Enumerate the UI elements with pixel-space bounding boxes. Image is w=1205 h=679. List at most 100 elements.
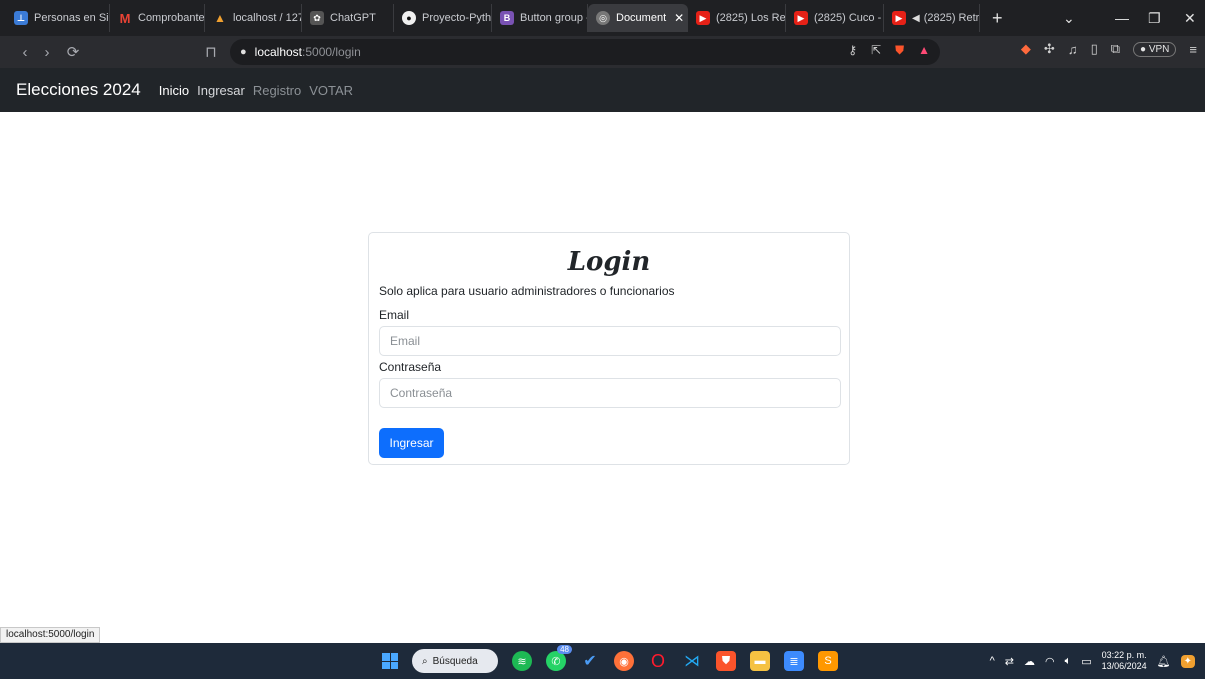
taskbar-search[interactable]: ⌕ Búsqueda [412,649,498,673]
status-url-preview: localhost:5000/login [0,627,101,643]
ingresar-button[interactable]: Ingresar [379,428,444,458]
vpn-button[interactable]: ● VPN [1133,41,1177,57]
back-button[interactable]: ‹ [14,44,36,61]
volume-icon[interactable]: 🔈︎ [1065,655,1072,668]
url-host: localhost [254,45,303,59]
tab-label: Document [616,12,667,24]
login-card: Login Solo aplica para usuario administr… [368,232,850,465]
brave-shield-icon[interactable]: ⛊ [895,43,904,58]
reload-button[interactable]: ⟳ [62,43,84,61]
tab-search-icon[interactable]: ⌄ [1063,0,1075,36]
login-title: Login [567,247,651,277]
brave-icon[interactable]: ⛊ [716,651,736,671]
sublime-icon[interactable]: S [818,651,838,671]
gmail-icon: M [119,10,131,26]
taskbar-clock[interactable]: 03:22 p. m. 13/06/2024 [1102,650,1147,672]
tab-label: Personas en Si [34,12,109,24]
address-bar[interactable]: ● localhost:5000/login ⚷ ⇱ ⛊ ▲ [230,39,940,65]
network-switch-icon[interactable]: ⇄ [1005,655,1014,668]
browser-tab[interactable]: ● Proyecto-Pytho [394,4,492,32]
github-icon: ● [402,11,416,25]
email-input[interactable] [379,326,841,356]
site-brand[interactable]: Elecciones 2024 [16,80,141,100]
chatgpt-icon: ✿ [310,11,324,25]
whatsapp-icon[interactable]: ✆ 48 [546,645,572,671]
todo-icon[interactable]: ✔ [580,651,600,671]
restore-button[interactable]: ❐ [1148,0,1161,36]
browser-tab[interactable]: B Button group - [492,4,588,32]
brave-wallet-icon[interactable]: ◆ [1021,41,1031,57]
email-label: Email [379,308,410,322]
site-navbar: Elecciones 2024 Inicio Ingresar Registro… [0,68,1205,112]
youtube-icon: ▶ [696,11,710,25]
tab-label: Comprobante c [138,12,205,24]
youtube-icon: ▶ [892,11,906,25]
browser-tab[interactable]: ⊥ Personas en Si [6,4,110,32]
browser-tab-strip: ⊥ Personas en Si M Comprobante c ▲ local… [0,0,1205,36]
wifi-icon[interactable]: ◠ [1045,655,1055,668]
site-info-icon[interactable]: ● [240,46,247,58]
opera-icon[interactable]: O [648,651,668,671]
tab-label: (2825) Cuco - / [814,12,884,24]
tab-label: localhost / 127. [233,12,302,24]
globe-icon: ◎ [596,11,610,25]
vpn-label: VPN [1148,43,1170,55]
windows-taskbar: ⌕ Búsqueda ≋ ✆ 48 ✔ ◉ O ⋊ ⛊ ▬ ≣ S ^ ⇄ ☁ ◠… [0,643,1205,679]
vscode-icon[interactable]: ⋊ [682,651,702,671]
login-subtitle: Solo aplica para usuario administradores… [379,284,675,298]
tab-label: (2825) Retr [923,12,980,24]
media-icon[interactable]: ♫ [1068,42,1078,57]
bookmark-icon[interactable]: ⊓ [200,43,222,61]
share-icon[interactable]: ⇱ [871,43,881,58]
clock-time: 03:22 p. m. [1101,650,1147,660]
youtube-icon: ▶ [794,11,808,25]
onedrive-icon[interactable]: ☁ [1024,655,1035,668]
copilot-icon[interactable]: ✦ [1180,654,1195,668]
clock-date: 13/06/2024 [1101,661,1147,671]
notification-bell-icon[interactable]: 🔔︎ [1157,655,1171,668]
browser-tab-active[interactable]: ◎ Document ✕ [588,4,688,32]
new-tab-button[interactable]: + [980,8,1015,29]
url-path: :5000/login [302,45,361,59]
whatsapp-badge: 48 [557,645,572,654]
battery-icon[interactable]: ▭ [1081,655,1091,668]
phpmyadmin-icon: ▲ [214,11,226,25]
browser-tab[interactable]: ▶ (2825) Los Retr [688,4,786,32]
chevron-up-icon[interactable]: ^ [990,655,995,667]
search-label: Búsqueda [432,655,478,667]
tab-label: ChatGPT [330,12,376,24]
search-icon: ⌕ [422,655,428,667]
nav-link-inicio[interactable]: Inicio [159,83,189,98]
person-icon: ⊥ [14,11,28,25]
browser-tab[interactable]: ▶ ◀ (2825) Retr [884,4,980,32]
tab-manager-icon[interactable]: ⧉ [1111,41,1120,57]
nav-link-ingresar[interactable]: Ingresar [197,83,245,98]
tab-label: Button group - [520,12,588,24]
tab-label: Proyecto-Pytho [422,12,492,24]
close-window-button[interactable]: ✕ [1184,0,1196,36]
browser-tab[interactable]: ▲ localhost / 127. [205,4,302,32]
notepad-icon[interactable]: ≣ [784,651,804,671]
browser-tab[interactable]: ✿ ChatGPT [302,4,394,32]
speaker-icon: ◀ [912,12,920,24]
browser-tab[interactable]: ▶ (2825) Cuco - / [786,4,884,32]
firefox-icon[interactable]: ◉ [614,651,634,671]
close-tab-icon[interactable]: ✕ [674,11,684,25]
key-icon[interactable]: ⚷ [848,43,857,58]
tab-label: (2825) Los Retr [716,12,786,24]
minimize-button[interactable]: — [1115,0,1129,36]
sidebar-icon[interactable]: ▯ [1091,41,1098,57]
browser-tab[interactable]: M Comprobante c [110,4,205,32]
file-explorer-icon[interactable]: ▬ [750,651,770,671]
forward-button[interactable]: › [36,44,58,61]
spotify-icon[interactable]: ≋ [512,651,532,671]
brave-rewards-icon[interactable]: ▲ [918,43,930,58]
windows-start-icon[interactable] [382,653,398,669]
extensions-icon[interactable]: ✣ [1044,41,1055,57]
password-label: Contraseña [379,360,442,374]
menu-icon[interactable]: ≡ [1189,42,1197,57]
nav-link-votar[interactable]: VOTAR [309,83,353,98]
nav-link-registro[interactable]: Registro [253,83,301,98]
bootstrap-icon: B [500,11,514,25]
password-input[interactable] [379,378,841,408]
